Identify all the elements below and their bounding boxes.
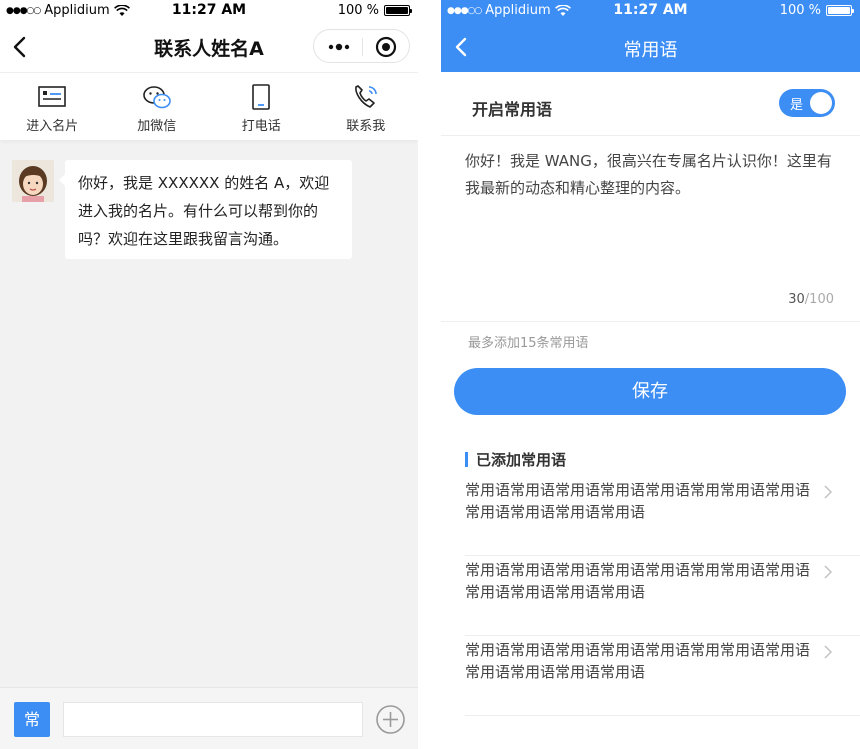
phrase-text[interactable]: 你好！我是 WANG，很高兴在专属名片认识你！这里有我最新的动态和精心整理的内容… [465, 148, 840, 202]
char-counter: 30/100 [788, 292, 834, 307]
mini-program-capsule [313, 29, 410, 63]
page-title: 常用语 [623, 40, 678, 61]
phrase-item-text: 常用语常用语常用语常用语常用语常用常用语常用语常用语常用语常用语常用语 [465, 641, 811, 681]
call-ringing-icon [354, 85, 377, 108]
avatar-child-icon [12, 160, 54, 202]
battery-percent: 100 % [779, 3, 821, 18]
save-button[interactable]: 保存 [454, 368, 846, 415]
phrase-item[interactable]: 常用语常用语常用语常用语常用语常用常用语常用语常用语常用语常用语常用语 [465, 476, 860, 556]
action-label: 进入名片 [26, 119, 79, 134]
add-plus-icon[interactable] [375, 704, 406, 735]
message-input[interactable] [63, 702, 363, 737]
action-label: 打电话 [241, 119, 281, 134]
nav-bar: 常用语 [441, 22, 860, 72]
action-open-card[interactable]: 进入名片 [0, 73, 105, 140]
battery-percent: 100 % [337, 3, 379, 18]
battery-icon [384, 5, 412, 16]
quick-phrase-button[interactable]: 常 [14, 702, 50, 737]
enable-phrase-toggle[interactable]: 是 [779, 89, 835, 117]
enable-phrase-row: 开启常用语 是 [441, 72, 860, 136]
char-max: /100 [804, 292, 834, 307]
phrase-list: 常用语常用语常用语常用语常用语常用常用语常用语常用语常用语常用语常用语 常用语常… [465, 476, 860, 716]
battery-icon [826, 5, 854, 16]
chevron-right-icon [824, 565, 833, 579]
chat-message: 你好，我是 XXXXXX 的姓名 A，欢迎进入我的名片。有什么可以帮到你的吗？欢… [12, 160, 352, 259]
wechat-icon [142, 86, 171, 109]
business-card-icon [38, 86, 67, 107]
status-bar: ●●●○○ Applidium 11:27 AM 100 % [441, 0, 860, 22]
nav-bar: 联系人姓名A [0, 22, 418, 72]
action-label: 联系我 [346, 119, 386, 134]
action-add-wechat[interactable]: 加微信 [105, 73, 210, 140]
close-capsule-icon[interactable] [375, 36, 397, 58]
quick-phrase-settings-screen: ●●●○○ Applidium 11:27 AM 100 % 常用语 开启常用语… [441, 0, 860, 749]
phrase-item[interactable]: 常用语常用语常用语常用语常用语常用常用语常用语常用语常用语常用语常用语 [465, 556, 860, 636]
char-count: 30 [788, 292, 805, 307]
phone-icon [252, 84, 271, 110]
phrase-item[interactable]: 常用语常用语常用语常用语常用语常用常用语常用语常用语常用语常用语常用语 [465, 636, 860, 716]
more-dots-icon[interactable] [326, 38, 352, 56]
max-phrase-hint: 最多添加15条常用语 [468, 336, 589, 351]
toggle-state-text: 是 [790, 98, 804, 113]
action-call[interactable]: 打电话 [209, 73, 314, 140]
phrase-item-text: 常用语常用语常用语常用语常用语常用常用语常用语常用语常用语常用语常用语 [465, 481, 811, 521]
message-bubble: 你好，我是 XXXXXX 的姓名 A，欢迎进入我的名片。有什么可以帮到你的吗？欢… [59, 160, 352, 259]
chat-screen: ●●●○○ Applidium 11:27 AM 100 % 联系人姓名A 进入… [0, 0, 418, 749]
status-bar: ●●●○○ Applidium 11:27 AM 100 % [0, 0, 418, 22]
chat-input-bar: 常 [0, 687, 418, 749]
toggle-knob [810, 92, 832, 114]
action-label: 加微信 [137, 119, 177, 134]
avatar[interactable] [12, 160, 54, 202]
phrase-item-text: 常用语常用语常用语常用语常用语常用常用语常用语常用语常用语常用语常用语 [465, 561, 811, 601]
chevron-right-icon [824, 485, 833, 499]
chevron-right-icon [824, 645, 833, 659]
enable-phrase-label: 开启常用语 [472, 100, 553, 119]
phrase-textarea[interactable]: 你好！我是 WANG，很高兴在专属名片认识你！这里有我最新的动态和精心整理的内容… [441, 136, 860, 322]
added-phrases-heading: 已添加常用语 [465, 449, 566, 470]
action-contact-me[interactable]: 联系我 [314, 73, 419, 140]
action-bar: 进入名片 加微信 打电话 联系我 [0, 72, 418, 140]
